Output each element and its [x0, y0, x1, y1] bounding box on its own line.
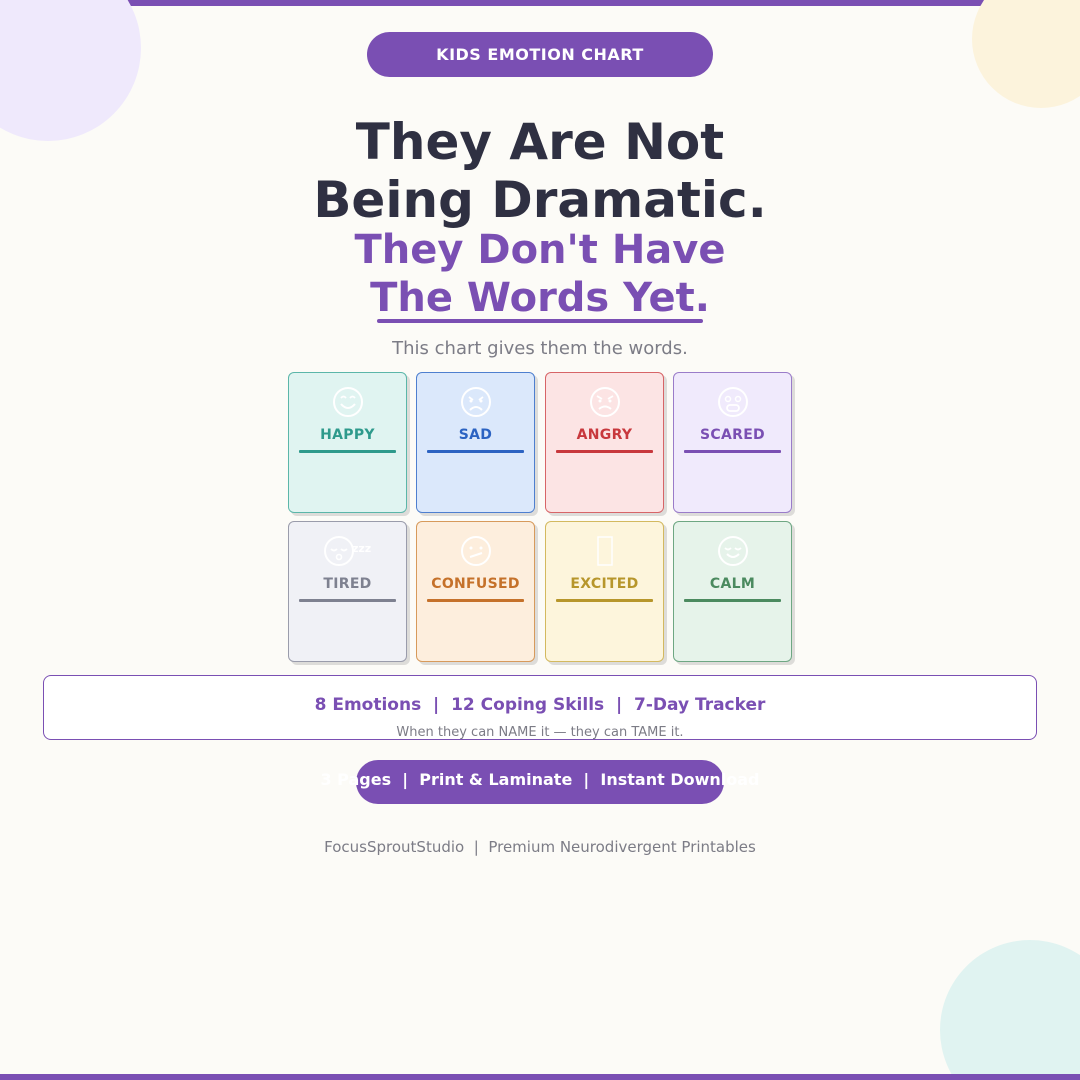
- decorative-circle-teal: [940, 940, 1080, 1080]
- emotion-underline: [684, 450, 781, 453]
- emotion-label: CONFUSED: [431, 576, 520, 592]
- headline-line-2: Being Dramatic.: [313, 171, 767, 229]
- svg-text:zzz: zzz: [352, 542, 371, 555]
- emotion-label: SAD: [458, 427, 493, 443]
- emotion-label: SCARED: [700, 427, 765, 443]
- emotion-underline: [427, 450, 524, 453]
- emotion-underline: [299, 450, 396, 453]
- happy-face-icon: [289, 385, 406, 419]
- headline-line-1: They Are Not: [355, 113, 725, 171]
- emotion-label: HAPPY: [320, 427, 375, 443]
- tired-face-icon: zzz: [289, 534, 406, 568]
- sad-face-icon: [417, 385, 534, 419]
- emotion-card-excited: EXCITED: [545, 521, 664, 662]
- emotion-underline: [684, 599, 781, 602]
- emotion-underline: [556, 450, 653, 453]
- emotion-label: ANGRY: [576, 427, 633, 443]
- emotion-label: TIRED: [323, 576, 372, 592]
- stats-line: 8 Emotions | 12 Coping Skills | 7-Day Tr…: [314, 695, 766, 715]
- bottom-accent-bar: [0, 1074, 1080, 1080]
- emotion-label: CALM: [709, 576, 756, 592]
- angry-face-icon: [546, 385, 663, 419]
- emotion-card-scared: SCARED: [673, 372, 792, 513]
- subheadline-underline: [377, 319, 703, 323]
- stats-note: When they can NAME it — they can TAME it…: [396, 725, 684, 740]
- emotion-card-tired: zzz TIRED: [288, 521, 407, 662]
- excited-icon: [546, 534, 663, 568]
- emotion-label: EXCITED: [570, 576, 639, 592]
- cta-text: 3 Pages | Print & Laminate | Instant Dow…: [320, 770, 760, 789]
- subheadline-line-1: They Don't Have: [354, 227, 726, 273]
- footer-brand: FocusSproutStudio | Premium Neurodiverge…: [324, 838, 756, 856]
- emotion-card-sad: SAD: [416, 372, 535, 513]
- confused-face-icon: [417, 534, 534, 568]
- emotion-underline: [299, 599, 396, 602]
- scared-face-icon: [674, 385, 791, 419]
- chart-badge: KIDS EMOTION CHART: [367, 32, 713, 77]
- emotion-underline: [556, 599, 653, 602]
- emotion-underline: [427, 599, 524, 602]
- calm-face-icon: [674, 534, 791, 568]
- emotion-card-happy: HAPPY: [288, 372, 407, 513]
- emotion-card-angry: ANGRY: [545, 372, 664, 513]
- emotion-card-calm: CALM: [673, 521, 792, 662]
- emotion-card-confused: CONFUSED: [416, 521, 535, 662]
- decorative-circle-yellow: [972, 0, 1080, 108]
- subheadline-line-2: The Words Yet.: [370, 275, 710, 321]
- top-accent-bar: [0, 0, 1080, 6]
- tagline: This chart gives them the words.: [392, 338, 688, 359]
